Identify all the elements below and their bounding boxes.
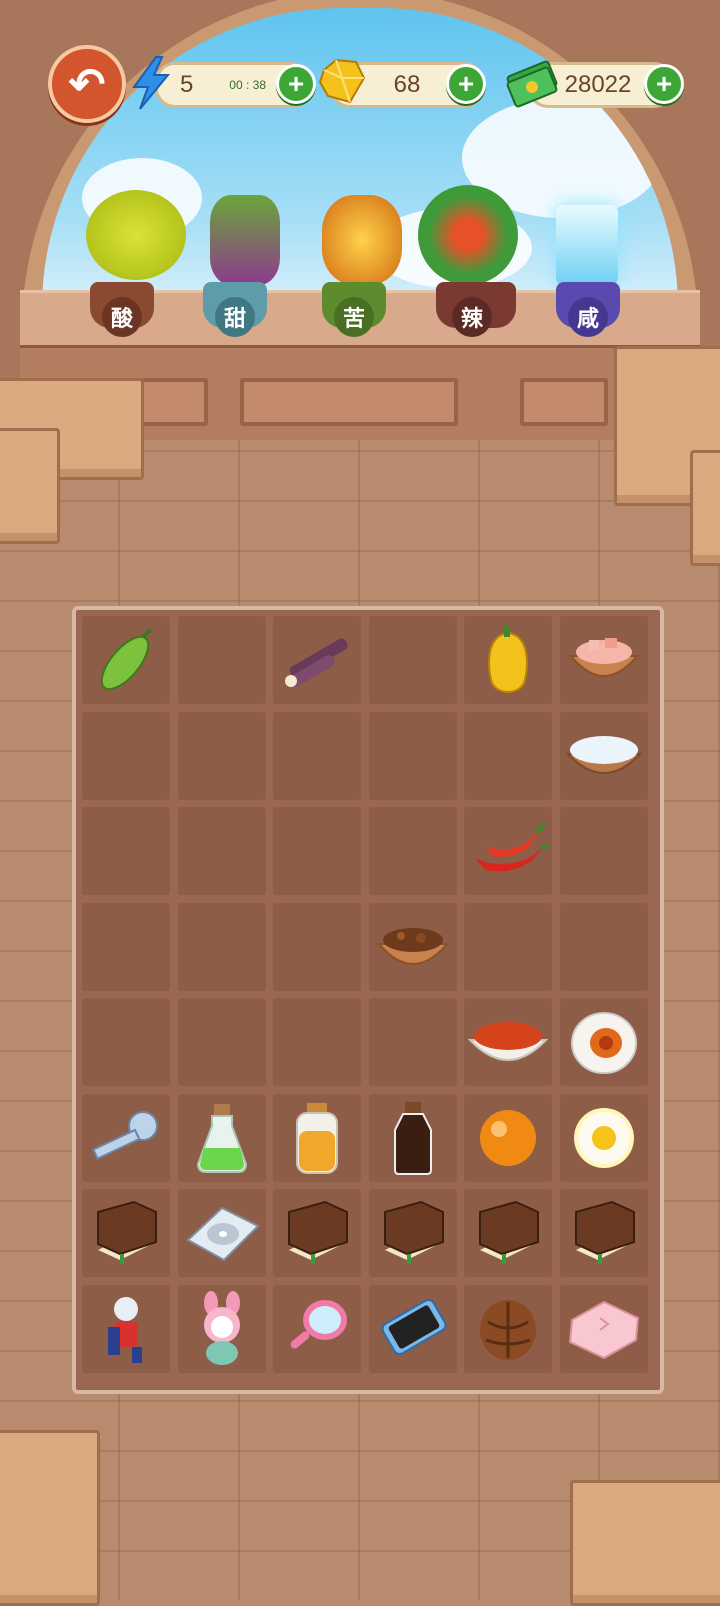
crate-bottom-left (0, 1430, 100, 1606)
yellow-pepper-icon[interactable] (464, 616, 552, 704)
salt-bowl-icon[interactable] (560, 712, 648, 800)
sour-label: 酸 (102, 297, 142, 337)
board-cell[interactable] (368, 998, 457, 1086)
fried-egg-icon[interactable] (560, 1094, 648, 1182)
rock-salt-bowl-icon[interactable] (560, 616, 648, 704)
spicy-label: 辣 (452, 297, 492, 337)
flavor-plants: 酸 甜 苦 辣 咸 (0, 0, 720, 345)
sour-plant-icon[interactable] (86, 190, 186, 280)
salty-plant-icon[interactable] (556, 205, 618, 285)
board-cell[interactable] (177, 616, 266, 704)
board-cell[interactable] (368, 711, 457, 800)
hand-mirror-icon[interactable] (273, 1285, 361, 1373)
book-icon[interactable] (273, 1189, 361, 1277)
book-icon[interactable] (82, 1189, 170, 1277)
sugarcane-icon[interactable] (273, 616, 361, 704)
board-cell[interactable] (177, 807, 266, 895)
key-icon[interactable] (82, 1094, 170, 1182)
board-cell[interactable] (273, 998, 361, 1086)
board-cell[interactable] (559, 902, 648, 991)
board-cell[interactable] (82, 998, 170, 1086)
book-icon[interactable] (369, 1189, 457, 1277)
pink-pillow-icon[interactable] (560, 1285, 648, 1373)
crate-left-bottom (0, 428, 60, 544)
salty-label: 咸 (568, 297, 608, 337)
crate-bottom-right (570, 1480, 720, 1606)
bitter-label: 苦 (334, 297, 374, 337)
board-cell[interactable] (559, 807, 648, 895)
red-chili-icon[interactable] (464, 807, 552, 895)
spice-bowl-icon[interactable] (369, 903, 457, 991)
bitter-melon-icon[interactable] (82, 616, 170, 704)
bunny-plush-icon[interactable] (178, 1285, 266, 1373)
bitter-plant-icon[interactable] (322, 195, 402, 285)
hero-figure-icon[interactable] (82, 1285, 170, 1373)
book-icon[interactable] (464, 1189, 552, 1277)
book-icon[interactable] (560, 1189, 648, 1277)
board-cell[interactable] (273, 807, 361, 895)
soy-sauce-bottle-icon[interactable] (369, 1094, 457, 1182)
salted-egg-icon[interactable] (560, 998, 648, 1086)
chili-powder-bowl-icon[interactable] (464, 998, 552, 1086)
orange-orb-icon[interactable] (464, 1094, 552, 1182)
board-cell[interactable] (368, 616, 457, 704)
board-cell[interactable] (273, 711, 361, 800)
crate-right-bottom (690, 450, 720, 566)
green-potion-icon[interactable] (178, 1094, 266, 1182)
cd-case-icon[interactable] (178, 1189, 266, 1277)
board-cell[interactable] (273, 902, 361, 991)
board-cell[interactable] (82, 711, 170, 800)
board-cell[interactable] (368, 807, 457, 895)
spicy-plant-icon[interactable] (418, 185, 518, 285)
board-cell[interactable] (82, 902, 170, 991)
board-cell[interactable] (464, 902, 552, 991)
board-cell[interactable] (464, 711, 552, 800)
honey-jar-icon[interactable] (273, 1094, 361, 1182)
sweet-label: 甜 (215, 297, 255, 337)
board-cell[interactable] (82, 807, 170, 895)
board-cell[interactable] (177, 902, 266, 991)
sweet-plant-icon[interactable] (210, 195, 280, 285)
board-cell[interactable] (177, 711, 266, 800)
merge-board (72, 606, 664, 1394)
smartphone-icon[interactable] (369, 1285, 457, 1373)
walnut-icon[interactable] (464, 1285, 552, 1373)
board-cell[interactable] (177, 998, 266, 1086)
